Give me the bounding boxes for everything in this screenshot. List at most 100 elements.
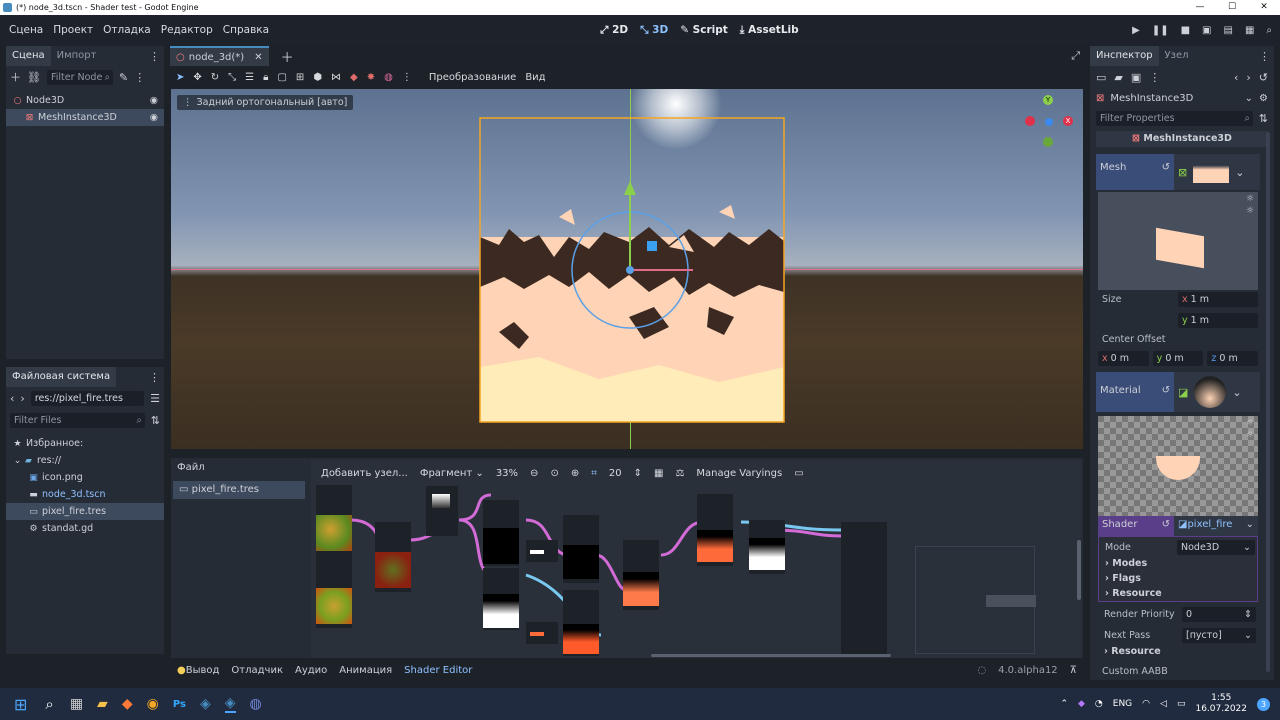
environment-icon[interactable]: ◍ xyxy=(384,72,393,83)
close-icon[interactable]: ✕ xyxy=(1248,0,1280,15)
arrange-icon[interactable]: ⚖ xyxy=(675,468,684,479)
brave-browser-icon[interactable]: ◆ xyxy=(122,696,133,712)
distraction-free-icon[interactable]: ⤢ xyxy=(1071,49,1080,63)
tray-app-icon[interactable]: ◆ xyxy=(1078,699,1085,709)
add-node-icon[interactable]: ＋ xyxy=(10,69,21,85)
visibility-icon[interactable]: ◉ xyxy=(150,109,158,126)
history-back-icon[interactable]: ‹ xyxy=(1234,71,1238,84)
inspector-scrollbar[interactable] xyxy=(1266,132,1270,672)
shader-node-mix-2[interactable] xyxy=(563,590,599,656)
mode-script[interactable]: ✎ Script xyxy=(680,24,728,36)
light-1-icon[interactable]: ☼ xyxy=(1246,418,1254,428)
sun-icon[interactable]: ✸ xyxy=(367,72,375,83)
resource-group-2[interactable]: › Resource xyxy=(1104,646,1161,657)
x-axis-icon[interactable]: X xyxy=(1063,116,1073,126)
file-node3d-tscn[interactable]: ▬ node_3d.tscn xyxy=(6,486,164,503)
more-icon[interactable]: ⋮ xyxy=(402,72,412,83)
zoom-reset-icon[interactable]: ⊙ xyxy=(550,468,558,479)
forward-icon[interactable]: › xyxy=(20,392,24,405)
godot-active-icon[interactable]: ◈ xyxy=(224,695,236,713)
tab-audio[interactable]: Аудио xyxy=(295,665,327,676)
offset-y-field[interactable]: y 0 m xyxy=(1152,351,1204,366)
file-standat-gd[interactable]: ⚙ standat.gd xyxy=(6,520,164,537)
mode-assetlib[interactable]: ⤓ AssetLib xyxy=(740,24,799,37)
path-field[interactable]: res://pixel_fire.tres xyxy=(30,390,145,406)
select-tool-icon[interactable]: ➤ xyxy=(176,72,184,83)
rotate-tool-icon[interactable]: ↻ xyxy=(211,72,219,83)
link-icon[interactable]: ⛓ xyxy=(27,71,41,84)
add-node-button[interactable]: Добавить узел... xyxy=(321,468,408,479)
tree-node-meshinstance3d[interactable]: ⊠ MeshInstance3D ◉ xyxy=(6,109,164,126)
neg-x-axis-icon[interactable] xyxy=(1025,116,1035,126)
battery-icon[interactable]: ▭ xyxy=(1177,699,1186,709)
tab-filesystem[interactable]: Файловая система xyxy=(6,367,117,387)
shader-node-mix-1[interactable] xyxy=(563,515,599,583)
shader-node-output[interactable] xyxy=(841,522,887,654)
snap-icon[interactable]: ⋈ xyxy=(331,72,341,83)
menu-help[interactable]: Справка xyxy=(218,24,274,36)
file-icon-png[interactable]: ▣ icon.png xyxy=(6,469,164,486)
dock-menu-icon[interactable]: ⋮ xyxy=(149,371,160,384)
search-icon[interactable]: ⌕ xyxy=(45,695,53,713)
shader-node-color-constant-1[interactable] xyxy=(526,540,558,562)
dock-menu-icon[interactable]: ⋮ xyxy=(149,50,160,63)
light-1-icon[interactable]: ☼ xyxy=(1246,194,1254,204)
stepper-icon[interactable]: ⇕ xyxy=(634,468,642,479)
inspector-object-bar[interactable]: ⊠ MeshInstance3D ⌄ ⚙ xyxy=(1090,88,1274,108)
tab-node[interactable]: Узел xyxy=(1159,46,1195,66)
next-pass-picker[interactable]: [пусто] ⌄ xyxy=(1182,628,1256,643)
windows-start-icon[interactable]: ⊞ xyxy=(14,695,27,714)
dock-menu-icon[interactable]: ⋮ xyxy=(1259,50,1270,63)
history-forward-icon[interactable]: › xyxy=(1246,71,1250,84)
tab-shader-editor[interactable]: Shader Editor xyxy=(404,665,472,676)
object-params-icon[interactable]: ⚙ xyxy=(1259,93,1268,104)
visual-shader-graph[interactable]: Добавить узел... Фрагмент ⌄ 33% ⊖ ⊙ ⊕ ⌗ … xyxy=(311,460,1081,658)
revert-icon[interactable]: ↺ xyxy=(1162,385,1170,396)
add-tab-icon[interactable]: ＋ xyxy=(281,47,294,66)
wifi-icon[interactable]: ◠ xyxy=(1142,699,1150,709)
visibility-icon[interactable]: ◉ xyxy=(150,92,158,109)
stepper-icon[interactable]: ⇕ xyxy=(1244,609,1252,620)
tab-debugger[interactable]: Отладчик xyxy=(231,665,283,676)
shader-node-color-constant-2[interactable] xyxy=(526,622,558,644)
minimap-icon[interactable]: ▦ xyxy=(654,468,663,479)
z-axis-icon[interactable] xyxy=(1045,118,1053,126)
manage-varyings-button[interactable]: Manage Varyings xyxy=(696,468,782,479)
godot-icon[interactable]: ◈ xyxy=(200,696,211,712)
offset-x-field[interactable]: x 0 m xyxy=(1098,351,1149,366)
navigation-gizmo[interactable]: Y X xyxy=(1023,95,1075,151)
movie-icon[interactable]: ▣ xyxy=(1202,25,1211,36)
flags-group[interactable]: › Flags xyxy=(1105,573,1141,584)
view-menu[interactable]: Вид xyxy=(525,72,545,83)
snap-grid-icon[interactable]: ⊞ xyxy=(296,72,304,83)
graph-vertical-scrollbar[interactable] xyxy=(1077,540,1081,600)
close-tab-icon[interactable]: ✕ xyxy=(254,52,262,63)
menu-editor[interactable]: Редактор xyxy=(156,24,218,36)
lock-icon[interactable]: 🔒︎ xyxy=(263,72,268,83)
discord-icon[interactable]: ◍ xyxy=(250,696,262,712)
sort-icon[interactable]: ⇅ xyxy=(1259,112,1268,125)
modes-group[interactable]: › Modes xyxy=(1105,558,1147,569)
snap-grid-icon[interactable]: ⌗ xyxy=(591,468,597,479)
light-2-icon[interactable]: ☼ xyxy=(1246,206,1254,216)
file-pixel-fire[interactable]: ▭ pixel_fire.tres xyxy=(6,503,164,520)
shader-node-step-3[interactable] xyxy=(749,520,785,574)
scene-tab-node3d[interactable]: ○ node_3d(*) ✕ xyxy=(170,46,269,66)
transform-gizmo[interactable] xyxy=(569,179,693,329)
tree-node-node3d[interactable]: ○ Node3D ◉ xyxy=(6,92,164,109)
shader-node-step-1[interactable] xyxy=(483,500,519,566)
menu-project[interactable]: Проект xyxy=(48,24,98,36)
shader-node-texture[interactable] xyxy=(426,486,458,536)
tray-app-2-icon[interactable]: ◔ xyxy=(1095,699,1103,709)
y-axis-icon[interactable]: Y xyxy=(1043,95,1053,105)
size-y-field[interactable]: y 1 m xyxy=(1178,313,1258,328)
calculator-icon[interactable]: ▦ xyxy=(70,696,83,712)
photoshop-icon[interactable]: Ps xyxy=(173,699,186,710)
new-resource-icon[interactable]: ▭ xyxy=(1096,71,1106,84)
open-folder-icon[interactable]: ▰ xyxy=(1114,71,1122,84)
material-resource-picker[interactable]: ◪ ⌄ xyxy=(1174,372,1260,412)
play-icon[interactable]: ▶ xyxy=(1132,25,1140,36)
volume-icon[interactable]: ◁ xyxy=(1160,699,1167,709)
script-icon[interactable]: ✎ xyxy=(119,71,128,84)
size-x-field[interactable]: x 1 m xyxy=(1178,292,1258,307)
